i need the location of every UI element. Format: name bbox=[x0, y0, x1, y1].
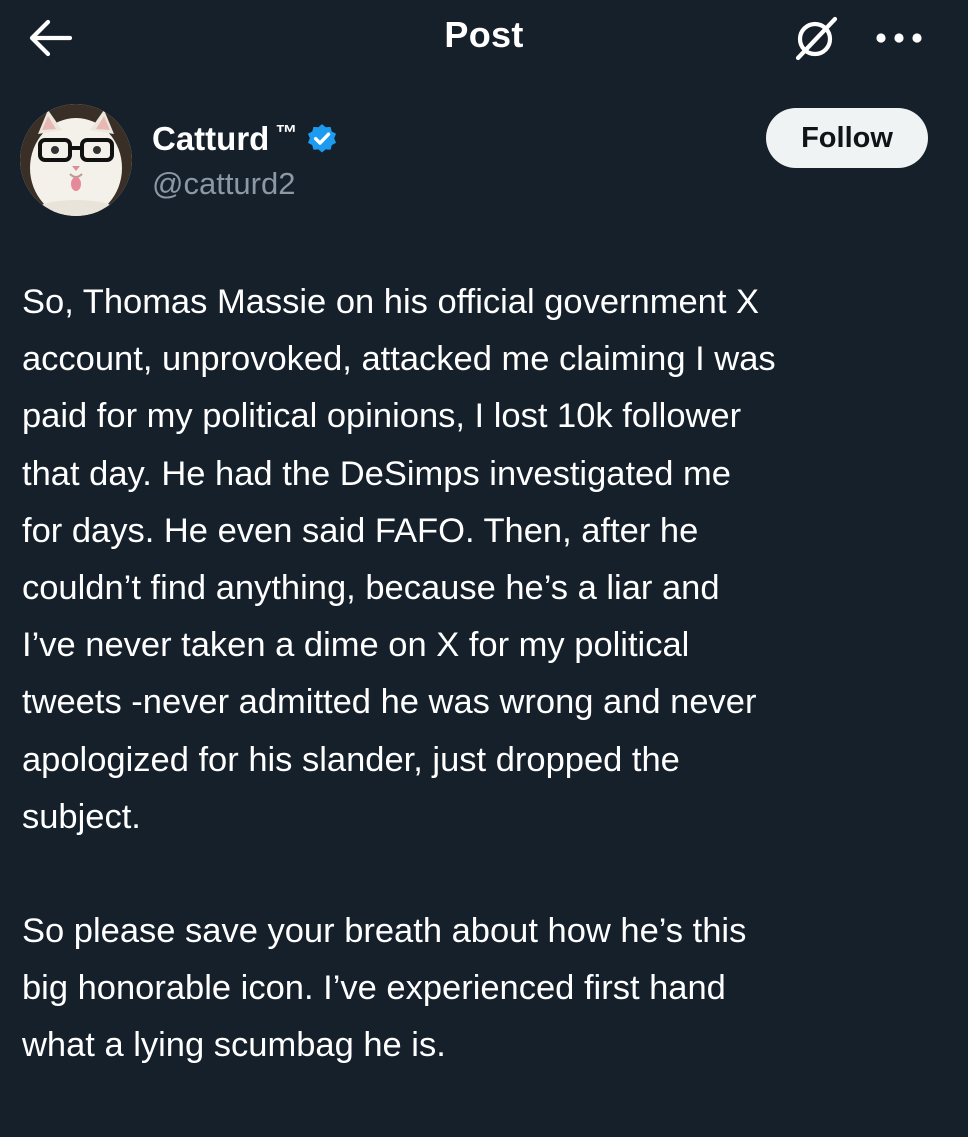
post-author: Catturd ™ @catturd2 Follow bbox=[0, 100, 968, 220]
more-horizontal-icon bbox=[876, 33, 922, 43]
follow-button[interactable]: Follow bbox=[766, 108, 928, 168]
post-text-line: So please save your breath about how he’… bbox=[22, 912, 747, 951]
author-handle[interactable]: @catturd2 bbox=[152, 166, 295, 202]
display-name: Catturd bbox=[152, 120, 270, 157]
more-options-button[interactable] bbox=[868, 12, 930, 64]
post-text: So, Thomas Massie on his official govern… bbox=[22, 274, 957, 1075]
post-text-line: So, Thomas Massie on his official govern… bbox=[22, 283, 759, 321]
post-text-line: apologized for his slander, just dropped… bbox=[22, 740, 680, 779]
post-text-line: what a lying scumbag he is. bbox=[22, 1026, 446, 1065]
cat-avatar-image bbox=[20, 104, 132, 216]
post-text-line: couldn’t find anything, because he’s a l… bbox=[22, 569, 720, 608]
post-text-line: subject. bbox=[22, 797, 141, 836]
grok-button[interactable] bbox=[788, 12, 844, 64]
post-text-line: that day. He had the DeSimps investigate… bbox=[22, 454, 731, 493]
post-text-line: I’ve never taken a dime on X for my poli… bbox=[22, 626, 690, 665]
post-text-line: big honorable icon. I’ve experienced fir… bbox=[22, 969, 726, 1008]
verified-badge-icon bbox=[305, 122, 339, 156]
grok-icon bbox=[795, 16, 838, 61]
author-name-row[interactable]: Catturd ™ bbox=[152, 120, 339, 158]
post-text-line: tweets -never admitted he was wrong and … bbox=[22, 683, 757, 722]
trademark-symbol: ™ bbox=[275, 120, 298, 145]
post-text-line: for days. He even said FAFO. Then, after… bbox=[22, 511, 699, 550]
avatar[interactable] bbox=[20, 104, 132, 216]
post-text-line: account, unprovoked, attacked me claimin… bbox=[22, 340, 776, 379]
top-bar: Post bbox=[0, 0, 968, 76]
post-text-line: paid for my political opinions, I lost 1… bbox=[22, 397, 742, 436]
